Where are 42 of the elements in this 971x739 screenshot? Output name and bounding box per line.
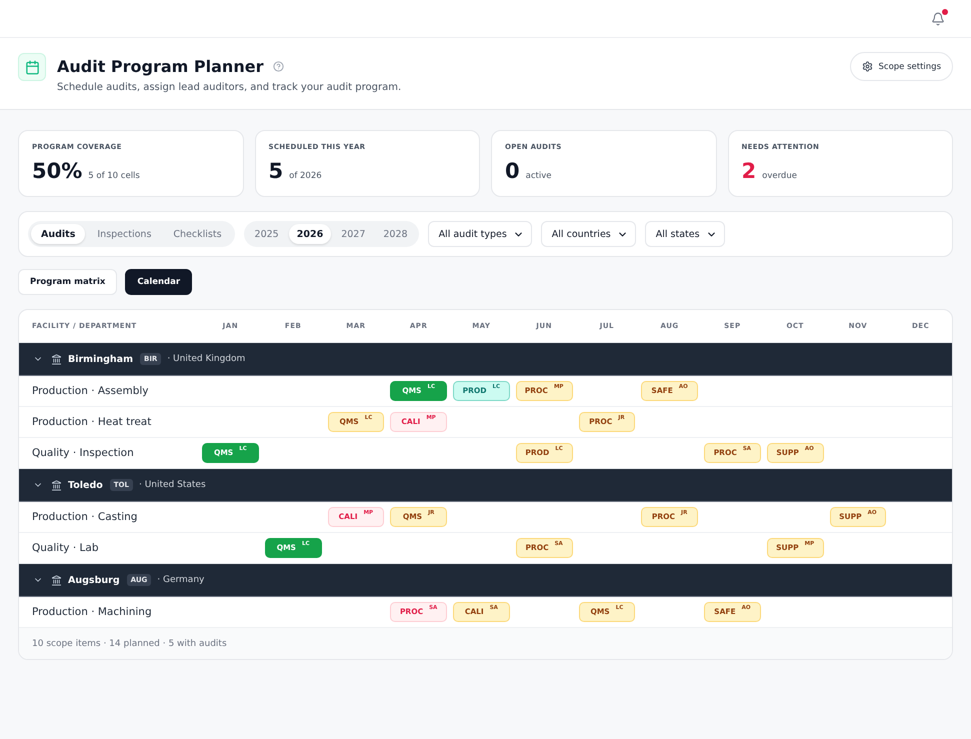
- stat-value: 5: [268, 158, 284, 185]
- filter-dropdown[interactable]: All countries: [540, 221, 636, 247]
- department-name: Quality · Inspection: [32, 447, 134, 459]
- type-tab[interactable]: Audits: [31, 224, 86, 244]
- department-name: Production · Casting: [32, 511, 138, 523]
- stat-note: overdue: [762, 171, 797, 181]
- stat-note: of 2026: [289, 171, 322, 181]
- stat-value: 0: [505, 158, 520, 185]
- facility-name: Augsburg: [68, 574, 120, 586]
- stat-note: 5 of 10 cells: [88, 171, 140, 181]
- facility-country: · United States: [138, 480, 206, 490]
- department-name: Quality · Lab: [32, 542, 98, 554]
- building-icon: [51, 574, 62, 586]
- stat-note: active: [526, 171, 552, 181]
- calendar-icon: [18, 53, 46, 81]
- facility-country: · Germany: [157, 575, 204, 585]
- filter-dropdown[interactable]: All audit types: [428, 221, 532, 247]
- year-tab[interactable]: 2025: [246, 224, 287, 244]
- year-tab[interactable]: 2028: [375, 224, 416, 244]
- facility-country: · United Kingdom: [167, 354, 246, 364]
- building-icon: [51, 354, 62, 364]
- year-tab[interactable]: 2026: [288, 224, 332, 244]
- stat-value: 50%: [32, 158, 82, 185]
- building-icon: [51, 480, 62, 490]
- department-name: Production · Machining: [32, 606, 152, 618]
- page-subtitle: Schedule audits, assign lead auditors, and track your audit program.: [57, 81, 402, 95]
- year-tab[interactable]: 2027: [333, 224, 374, 244]
- type-tab[interactable]: Inspections: [87, 224, 162, 244]
- calendar-footer: 10 scope items · 14 planned · 5 with audits: [19, 628, 952, 659]
- settings-icon: [862, 61, 872, 72]
- facility-name: Toledo: [68, 480, 103, 490]
- department-name: Production · Assembly: [32, 385, 148, 397]
- bell-icon[interactable]: [931, 12, 945, 26]
- department-name: Production · Heat treat: [32, 416, 152, 428]
- filter-dropdown[interactable]: All states: [644, 221, 725, 247]
- page-title: Audit Program Planner: [57, 56, 264, 76]
- stat-value: 2: [742, 158, 756, 185]
- scope-settings-button[interactable]: Scope settings: [850, 52, 953, 81]
- view-tab[interactable]: Program matrix: [18, 269, 118, 295]
- type-tab[interactable]: Checklists: [163, 224, 232, 244]
- facility-name: Birmingham: [68, 354, 133, 364]
- view-tab[interactable]: Calendar: [125, 269, 192, 295]
